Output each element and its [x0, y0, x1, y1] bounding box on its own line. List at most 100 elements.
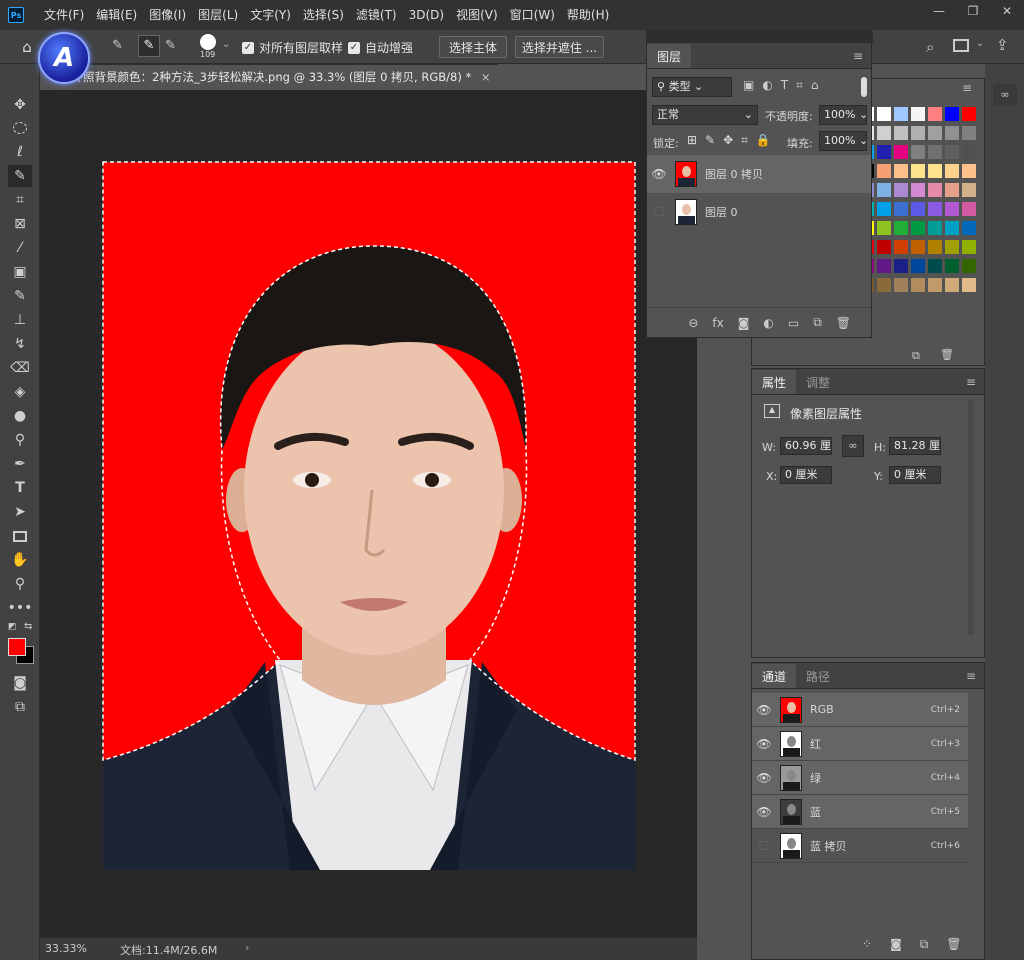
color-swatch[interactable]	[945, 164, 959, 178]
color-swatch[interactable]	[877, 278, 891, 292]
swatches-menu-icon[interactable]: ≡	[962, 81, 972, 95]
color-swatch[interactable]	[962, 240, 976, 254]
color-swatch[interactable]	[945, 145, 959, 159]
filter-toggle[interactable]	[861, 77, 867, 97]
menu-image[interactable]: 图像(I)	[143, 0, 192, 30]
tab-channels[interactable]: 通道	[752, 664, 797, 688]
quick-mask-icon[interactable]: ◙	[8, 672, 32, 694]
rectangle-tool-icon[interactable]	[8, 525, 32, 547]
color-swatch[interactable]	[894, 145, 908, 159]
color-swatch[interactable]	[877, 164, 891, 178]
color-swatch[interactable]	[945, 202, 959, 216]
color-swatch[interactable]	[877, 183, 891, 197]
color-swatch[interactable]	[877, 259, 891, 273]
properties-menu-icon[interactable]: ≡	[966, 375, 976, 389]
visibility-off-icon[interactable]: ☐	[752, 839, 776, 853]
link-dimensions-icon[interactable]: ∞	[842, 435, 864, 457]
sample-all-layers-checkbox[interactable]: ✓ 对所有图层取样	[242, 39, 343, 56]
swap-colors-icon[interactable]: ⇆	[24, 621, 32, 632]
new-channel-icon[interactable]: ⧉	[920, 937, 929, 952]
eyedropper-tool-icon[interactable]: ⁄	[8, 237, 32, 259]
color-swatch[interactable]	[962, 183, 976, 197]
x-field[interactable]: 0 厘米	[780, 466, 832, 484]
layer-name[interactable]: 图层 0	[705, 204, 738, 220]
select-subject-button[interactable]: 选择主体	[439, 36, 507, 58]
eye-icon[interactable]: 👁	[647, 167, 671, 181]
color-swatch[interactable]	[928, 183, 942, 197]
color-swatch[interactable]	[894, 259, 908, 273]
default-colors-icon[interactable]: ◩	[8, 622, 17, 632]
clone-stamp-tool-icon[interactable]: ⊥	[8, 309, 32, 331]
zoom-level[interactable]: 33.33%	[45, 942, 87, 955]
color-swatch[interactable]	[962, 278, 976, 292]
link-layers-icon[interactable]: ⊖	[688, 316, 698, 330]
color-swatch[interactable]	[945, 240, 959, 254]
channel-row[interactable]: 👁 红 Ctrl+3	[752, 727, 968, 761]
status-menu-arrow[interactable]: ›	[245, 941, 249, 954]
share-icon[interactable]: ⇪	[996, 36, 1009, 54]
color-swatch[interactable]	[877, 145, 891, 159]
add-selection-brush-icon[interactable]: ✎	[138, 35, 160, 57]
type-tool-icon[interactable]: T	[8, 477, 32, 499]
layer-name[interactable]: 图层 0 拷贝	[705, 166, 763, 182]
eye-icon[interactable]: 👁	[752, 737, 776, 751]
crop-tool-icon[interactable]: ⌗	[8, 189, 32, 211]
menu-view[interactable]: 视图(V)	[450, 0, 504, 30]
dodge-tool-icon[interactable]: ⚲	[8, 429, 32, 451]
screen-mode-icon[interactable]: ⧉	[8, 696, 32, 718]
color-swatch[interactable]	[894, 221, 908, 235]
chevron-down-icon[interactable]: ⌄	[222, 39, 230, 50]
menu-help[interactable]: 帮助(H)	[561, 0, 615, 30]
color-swatch[interactable]	[962, 126, 976, 140]
eye-icon[interactable]: 👁	[752, 805, 776, 819]
color-swatch[interactable]	[945, 107, 959, 121]
fx-icon[interactable]: fx	[712, 316, 723, 330]
color-swatch[interactable]	[894, 164, 908, 178]
channel-row[interactable]: 👁 蓝 Ctrl+5	[752, 795, 968, 829]
foreground-color-swatch[interactable]	[8, 638, 26, 656]
new-layer-icon[interactable]: ⧉	[813, 315, 822, 330]
color-swatch[interactable]	[911, 259, 925, 273]
channels-menu-icon[interactable]: ≡	[966, 669, 976, 683]
color-swatch[interactable]	[945, 126, 959, 140]
color-swatch[interactable]	[962, 259, 976, 273]
layer-filter-select[interactable]: ⚲ 类型 ⌄	[652, 77, 732, 97]
new-group-icon[interactable]: ▭	[788, 316, 799, 330]
delete-layer-icon[interactable]: 🗑	[836, 316, 851, 330]
document-tab[interactable]: 证件照背景颜色：2种方法_3步轻松解决.png @ 33.3% (图层 0 拷贝…	[40, 64, 498, 90]
color-swatch[interactable]	[911, 126, 925, 140]
marquee-tool-icon[interactable]	[8, 117, 32, 139]
color-swatch[interactable]	[877, 240, 891, 254]
y-field[interactable]: 0 厘米	[889, 466, 941, 484]
color-swatch[interactable]	[962, 164, 976, 178]
save-selection-icon[interactable]: ◙	[890, 937, 902, 952]
tab-layers[interactable]: 图层	[647, 44, 692, 68]
color-swatch[interactable]	[928, 202, 942, 216]
auto-enhance-checkbox[interactable]: ✓ 自动增强	[348, 39, 413, 56]
color-swatch[interactable]	[962, 107, 976, 121]
color-swatch[interactable]	[911, 278, 925, 292]
quick-selection-tool-icon[interactable]: ✎	[8, 165, 32, 187]
color-swatch[interactable]	[928, 221, 942, 235]
channel-row[interactable]: 👁 绿 Ctrl+4	[752, 761, 968, 795]
menu-window[interactable]: 窗口(W)	[504, 0, 561, 30]
color-swatch[interactable]	[945, 259, 959, 273]
color-swatch[interactable]	[877, 107, 891, 121]
pen-tool-icon[interactable]: ✒	[8, 453, 32, 475]
more-tools-icon[interactable]: •••	[8, 597, 33, 619]
color-swatch[interactable]	[928, 126, 942, 140]
color-swatch[interactable]	[877, 126, 891, 140]
color-swatch[interactable]	[911, 202, 925, 216]
swatch-grid[interactable]	[860, 107, 980, 307]
new-swatch-icon[interactable]: ⧉	[912, 349, 920, 363]
color-swatch[interactable]	[894, 183, 908, 197]
color-swatch[interactable]	[928, 240, 942, 254]
width-field[interactable]: 60.96 厘米	[780, 437, 832, 455]
new-selection-brush-icon[interactable]: ✎	[112, 38, 132, 56]
color-swatch[interactable]	[911, 221, 925, 235]
photo-canvas[interactable]	[40, 90, 697, 938]
color-swatch[interactable]	[894, 107, 908, 121]
delete-channel-icon[interactable]: 🗑	[946, 937, 961, 952]
lock-icons[interactable]: ⊞✎✥⌗🔒	[687, 133, 779, 148]
color-swatch[interactable]	[911, 164, 925, 178]
